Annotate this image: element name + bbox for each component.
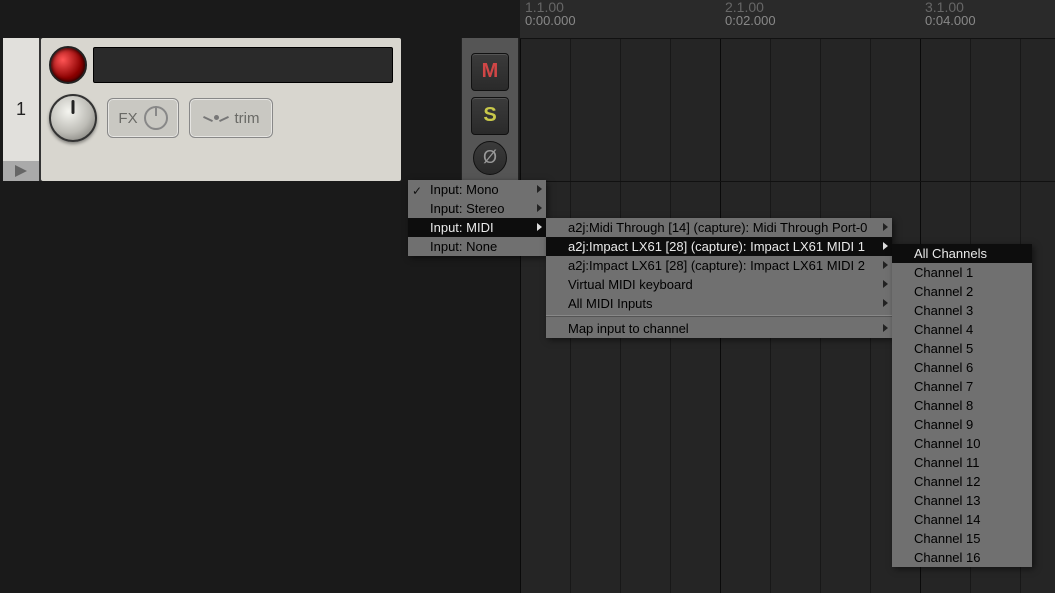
flag-icon — [15, 165, 27, 177]
midi-channel-item[interactable]: Channel 12 — [892, 472, 1032, 491]
midi-channel-item[interactable]: Channel 14 — [892, 510, 1032, 529]
track-body: FX trim — [41, 38, 401, 181]
trim-button[interactable]: trim — [189, 98, 273, 138]
volume-knob[interactable] — [49, 94, 97, 142]
midi-channel-item[interactable]: Channel 1 — [892, 263, 1032, 282]
mute-label: M — [482, 60, 499, 83]
menu-item-label: a2j:Impact LX61 [28] (capture): Impact L… — [568, 257, 865, 275]
timeline-ruler[interactable]: 1.1.000:00.000 2.1.000:02.000 3.1.000:04.0… — [520, 0, 1055, 39]
phase-label: Ø — [483, 147, 497, 168]
input-type-item[interactable]: Input: None — [408, 237, 546, 256]
menu-item-label: a2j:Midi Through [14] (capture): Midi Th… — [568, 219, 867, 237]
track-header: 1 FX trim M S Ø — [3, 38, 518, 181]
input-type-item[interactable]: Input: MIDI — [408, 218, 546, 237]
record-arm-button[interactable] — [49, 46, 87, 84]
input-type-item[interactable]: Input: Stereo — [408, 199, 546, 218]
midi-port-item[interactable]: a2j:Midi Through [14] (capture): Midi Th… — [546, 218, 892, 237]
input-type-item[interactable]: ✓ Input: Mono — [408, 180, 546, 199]
menu-item-label: Input: MIDI — [430, 219, 494, 237]
menu-item-label: Channel 13 — [914, 492, 981, 510]
menu-item-label: Channel 3 — [914, 302, 973, 320]
midi-port-menu[interactable]: a2j:Midi Through [14] (capture): Midi Th… — [546, 218, 892, 338]
midi-port-item[interactable]: a2j:Impact LX61 [28] (capture): Impact L… — [546, 237, 892, 256]
menu-separator — [546, 315, 892, 317]
mute-solo-column: M S Ø — [461, 38, 519, 185]
midi-channel-item[interactable]: Channel 6 — [892, 358, 1032, 377]
menu-item-label: Virtual MIDI keyboard — [568, 276, 693, 294]
ruler-mark: 2.1.000:02.000 — [725, 0, 776, 38]
menu-item-label: Channel 2 — [914, 283, 973, 301]
midi-channel-item[interactable]: Channel 16 — [892, 548, 1032, 567]
menu-item-label: Channel 10 — [914, 435, 981, 453]
midi-port-item[interactable]: All MIDI Inputs — [546, 294, 892, 313]
track-number-label: 1 — [16, 99, 26, 120]
menu-item-label: Channel 8 — [914, 397, 973, 415]
menu-item-label: All Channels — [914, 245, 987, 263]
submenu-arrow-icon — [537, 185, 542, 193]
check-icon: ✓ — [412, 182, 422, 200]
phase-button[interactable]: Ø — [473, 141, 507, 175]
midi-channel-item[interactable]: Channel 9 — [892, 415, 1032, 434]
track-name-field[interactable] — [93, 47, 393, 83]
track-flag[interactable] — [3, 161, 39, 181]
menu-item-label: Channel 7 — [914, 378, 973, 396]
menu-item-label: Channel 4 — [914, 321, 973, 339]
midi-channel-item[interactable]: Channel 2 — [892, 282, 1032, 301]
submenu-arrow-icon — [883, 223, 888, 231]
midi-channel-item[interactable]: Channel 10 — [892, 434, 1032, 453]
trim-icon — [203, 112, 229, 124]
menu-item-label: Channel 1 — [914, 264, 973, 282]
midi-channel-item[interactable]: Channel 8 — [892, 396, 1032, 415]
menu-item-label: Channel 9 — [914, 416, 973, 434]
submenu-arrow-icon — [537, 204, 542, 212]
menu-item-label: Channel 12 — [914, 473, 981, 491]
menu-item-label: Channel 11 — [914, 454, 980, 472]
submenu-arrow-icon — [537, 223, 542, 231]
menu-item-label: Channel 16 — [914, 549, 981, 567]
fx-button[interactable]: FX — [107, 98, 179, 138]
menu-item-label: Channel 14 — [914, 511, 981, 529]
menu-item-label: Channel 6 — [914, 359, 973, 377]
midi-channel-item[interactable]: Channel 3 — [892, 301, 1032, 320]
submenu-arrow-icon — [883, 242, 888, 250]
menu-item-label: Input: Stereo — [430, 200, 504, 218]
midi-port-item[interactable]: Map input to channel — [546, 319, 892, 338]
menu-item-label: Input: None — [430, 238, 497, 256]
midi-channel-item[interactable]: Channel 15 — [892, 529, 1032, 548]
power-icon — [144, 106, 168, 130]
menu-item-label: a2j:Impact LX61 [28] (capture): Impact L… — [568, 238, 865, 256]
midi-channel-item[interactable]: Channel 13 — [892, 491, 1032, 510]
menu-item-label: Channel 5 — [914, 340, 973, 358]
solo-button[interactable]: S — [471, 97, 509, 135]
midi-channel-menu[interactable]: All ChannelsChannel 1Channel 2Channel 3C… — [892, 244, 1032, 567]
menu-item-label: All MIDI Inputs — [568, 295, 653, 313]
ruler-mark: 1.1.000:00.000 — [525, 0, 576, 38]
midi-port-item[interactable]: Virtual MIDI keyboard — [546, 275, 892, 294]
menu-item-label: Channel 15 — [914, 530, 981, 548]
midi-channel-item[interactable]: All Channels — [892, 244, 1032, 263]
midi-channel-item[interactable]: Channel 7 — [892, 377, 1032, 396]
submenu-arrow-icon — [883, 324, 888, 332]
midi-channel-item[interactable]: Channel 5 — [892, 339, 1032, 358]
submenu-arrow-icon — [883, 280, 888, 288]
input-type-menu[interactable]: ✓ Input: MonoInput: StereoInput: MIDIInpu… — [408, 180, 546, 256]
ruler-mark: 3.1.000:04.000 — [925, 0, 976, 38]
midi-channel-item[interactable]: Channel 4 — [892, 320, 1032, 339]
submenu-arrow-icon — [883, 299, 888, 307]
fx-label: FX — [118, 110, 137, 127]
trim-label: trim — [235, 110, 260, 127]
track-number[interactable]: 1 — [3, 38, 41, 181]
solo-label: S — [483, 104, 496, 127]
menu-item-label: Map input to channel — [568, 320, 689, 338]
submenu-arrow-icon — [883, 261, 888, 269]
menu-item-label: Input: Mono — [430, 181, 499, 199]
midi-channel-item[interactable]: Channel 11 — [892, 453, 1032, 472]
midi-port-item[interactable]: a2j:Impact LX61 [28] (capture): Impact L… — [546, 256, 892, 275]
mute-button[interactable]: M — [471, 53, 509, 91]
